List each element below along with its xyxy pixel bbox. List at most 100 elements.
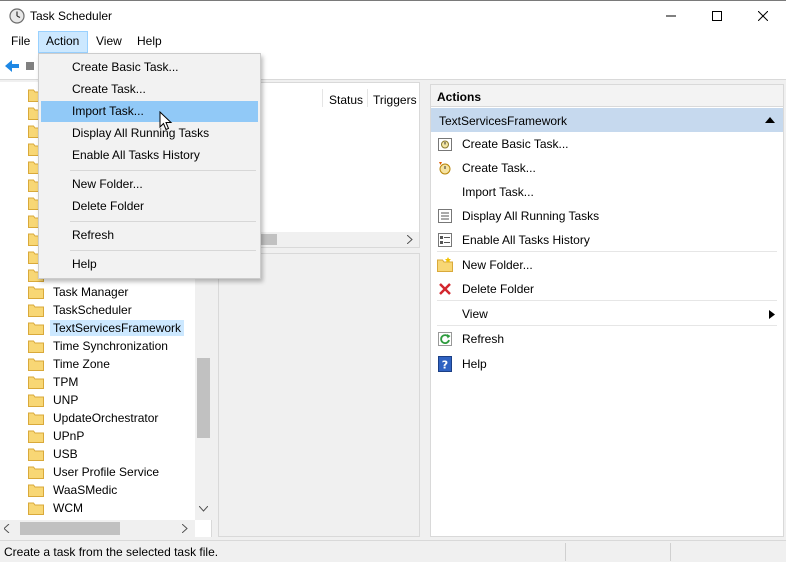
action-import-task[interactable]: Import Task... xyxy=(431,180,783,204)
action-label: Import Task... xyxy=(462,185,534,199)
maximize-button[interactable] xyxy=(694,1,740,31)
tree-item[interactable]: TaskScheduler xyxy=(28,301,135,319)
close-icon xyxy=(758,11,768,21)
action-label: Create Task... xyxy=(462,161,536,175)
tree-item-label: Task Manager xyxy=(53,285,129,299)
tree-item[interactable]: User Profile Service xyxy=(28,463,162,481)
action-help[interactable]: ? Help xyxy=(431,352,783,376)
back-arrow-icon[interactable] xyxy=(4,58,20,74)
refresh-icon xyxy=(437,331,453,347)
scroll-left-icon[interactable] xyxy=(4,524,10,533)
action-separator xyxy=(437,300,777,301)
action-delete-folder[interactable]: Delete Folder xyxy=(431,277,783,301)
tree-item[interactable]: WCM xyxy=(28,499,86,517)
scroll-right-icon[interactable] xyxy=(182,524,188,533)
actions-group-header[interactable]: TextServicesFramework xyxy=(431,108,783,132)
collapse-caret-icon[interactable] xyxy=(765,117,775,123)
tree-item[interactable]: TextServicesFramework xyxy=(28,319,185,337)
tree-item[interactable]: UNP xyxy=(28,391,81,409)
folder-icon xyxy=(28,502,44,515)
tree-item-label: Time Synchronization xyxy=(53,339,168,353)
column-header-triggers[interactable]: Triggers xyxy=(373,93,417,107)
action-enable-all-tasks-history[interactable]: Enable All Tasks History xyxy=(431,228,783,252)
action-label: New Folder... xyxy=(462,258,533,272)
scroll-right-icon[interactable] xyxy=(407,235,413,244)
minimize-button[interactable] xyxy=(648,1,694,31)
menu-item-import-task[interactable]: Import Task... xyxy=(41,101,258,122)
action-label: Help xyxy=(462,357,487,371)
forward-icon[interactable] xyxy=(26,62,34,70)
menu-view[interactable]: View xyxy=(89,31,129,53)
menu-item-enable-tasks-history[interactable]: Enable All Tasks History xyxy=(41,145,258,166)
folder-icon xyxy=(28,430,44,443)
tree-item[interactable]: TPM xyxy=(28,373,81,391)
folder-icon xyxy=(28,466,44,479)
menu-item-delete-folder[interactable]: Delete Folder xyxy=(41,196,258,217)
task-details-pane xyxy=(218,253,420,537)
folder-icon xyxy=(28,322,44,335)
action-label: Delete Folder xyxy=(462,282,535,296)
action-view[interactable]: View xyxy=(431,302,783,326)
folder-icon xyxy=(28,376,44,389)
tree-item-label: USB xyxy=(53,447,78,461)
tree-horizontal-scrollbar[interactable] xyxy=(0,520,195,537)
column-divider xyxy=(322,89,323,107)
action-menu-dropdown: Create Basic Task... Create Task... Impo… xyxy=(38,53,261,279)
close-button[interactable] xyxy=(740,1,786,31)
status-divider xyxy=(670,543,671,561)
task-scheduler-icon xyxy=(9,8,25,24)
folder-icon xyxy=(28,286,44,299)
tree-item[interactable]: Time Zone xyxy=(28,355,113,373)
status-text: Create a task from the selected task fil… xyxy=(4,545,219,559)
tree-item[interactable]: Time Synchronization xyxy=(28,337,171,355)
menu-separator xyxy=(70,221,256,222)
tree-item-label: UpdateOrchestrator xyxy=(53,411,159,425)
action-create-basic-task[interactable]: Create Basic Task... xyxy=(431,132,783,156)
status-bar: Create a task from the selected task fil… xyxy=(0,540,786,562)
actions-group-label: TextServicesFramework xyxy=(439,114,568,128)
mouse-cursor-icon xyxy=(159,111,173,131)
tree-item[interactable]: WaaSMedic xyxy=(28,481,120,499)
create-task-icon xyxy=(437,160,453,176)
status-divider xyxy=(565,543,566,561)
tree-item[interactable]: UpdateOrchestrator xyxy=(28,409,161,427)
tree-item-label: TPM xyxy=(53,375,79,389)
menu-item-create-basic-task[interactable]: Create Basic Task... xyxy=(41,57,258,78)
action-label: Refresh xyxy=(462,332,505,346)
submenu-arrow-icon xyxy=(769,310,775,319)
window-title: Task Scheduler xyxy=(30,9,113,23)
folder-icon xyxy=(28,340,44,353)
create-basic-task-icon xyxy=(437,136,453,152)
tree-item[interactable]: UPnP xyxy=(28,427,87,445)
menu-item-help[interactable]: Help xyxy=(41,254,258,275)
action-create-task[interactable]: Create Task... xyxy=(431,156,783,180)
menu-item-refresh[interactable]: Refresh xyxy=(41,225,258,246)
menu-file[interactable]: File xyxy=(4,31,37,53)
tree-item-label: UNP xyxy=(53,393,79,407)
menu-action[interactable]: Action xyxy=(38,31,88,53)
menu-help[interactable]: Help xyxy=(130,31,169,53)
column-header-status[interactable]: Status xyxy=(329,93,363,107)
maximize-icon xyxy=(712,11,722,21)
scroll-down-icon[interactable] xyxy=(199,506,208,512)
action-label: View xyxy=(462,307,488,321)
help-icon: ? xyxy=(437,356,453,372)
svg-text:?: ? xyxy=(442,359,448,372)
action-refresh[interactable]: Refresh xyxy=(431,327,783,351)
menu-item-new-folder[interactable]: New Folder... xyxy=(41,174,258,195)
folder-icon xyxy=(28,448,44,461)
title-bar: Task Scheduler xyxy=(0,0,786,31)
action-label: Enable All Tasks History xyxy=(462,233,590,247)
folder-icon xyxy=(28,304,44,317)
tree-item[interactable]: Task Manager xyxy=(28,283,131,301)
folder-icon xyxy=(28,484,44,497)
tree-item[interactable]: USB xyxy=(28,445,81,463)
menu-item-create-task[interactable]: Create Task... xyxy=(41,79,258,100)
tree-item-label: TextServicesFramework xyxy=(50,320,185,336)
action-display-all-running-tasks[interactable]: Display All Running Tasks xyxy=(431,204,783,228)
scrollbar-thumb[interactable] xyxy=(197,358,210,438)
action-new-folder[interactable]: New Folder... xyxy=(431,253,783,277)
scrollbar-thumb[interactable] xyxy=(20,522,120,535)
folder-icon xyxy=(28,394,44,407)
menu-item-display-running-tasks[interactable]: Display All Running Tasks xyxy=(41,123,258,144)
